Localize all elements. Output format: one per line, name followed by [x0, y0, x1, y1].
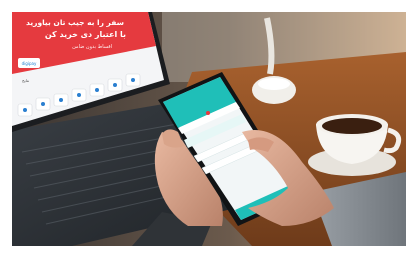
scene-photo: سفر را به جیب تان بیاورید با اعتبار دی خ… — [12, 12, 406, 246]
brand-logo: digipay — [22, 61, 37, 66]
headline-line1: سفر را به جیب تان بیاورید — [26, 18, 124, 27]
side-text: نتایج — [22, 78, 29, 83]
subline: اقساط بدون ضامن — [72, 44, 112, 50]
app-accent-dot — [206, 111, 210, 115]
photo-frame: سفر را به جیب تان بیاورید با اعتبار دی خ… — [12, 12, 406, 246]
headline-line2: با اعتبار دی خرید کن — [45, 30, 126, 39]
